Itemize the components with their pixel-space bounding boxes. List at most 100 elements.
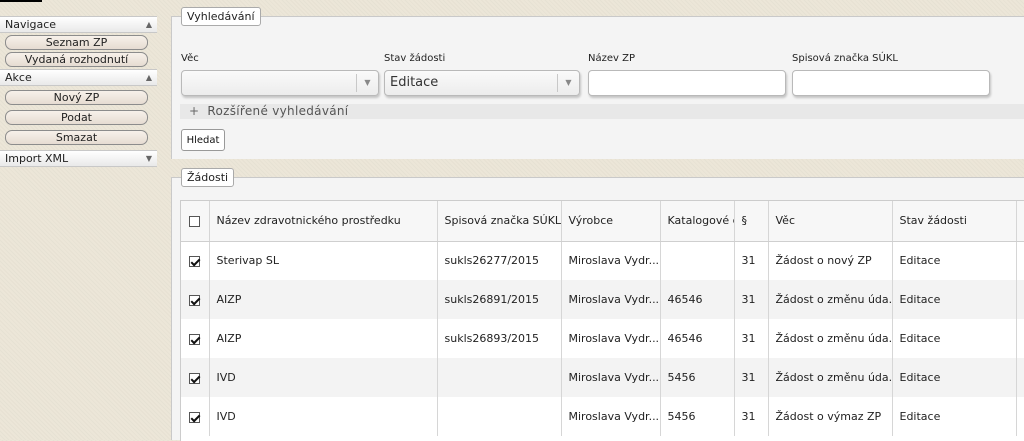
row-checkbox-cell [181,280,210,319]
top-line [0,0,42,2]
sidebar: Navigace ▲ Seznam ZP Vydaná rozhodnutí A… [0,16,157,167]
import-header-label: Import XML [5,152,69,165]
katalog-cell [660,241,735,280]
stav-cell: Editace [892,280,1017,319]
stav-label: Stav žádosti [384,53,446,64]
requests-panel: Žádosti Název zdravotnického prostředku … [171,168,1024,441]
paragraf-cell: 31 [734,241,769,280]
chevron-up-icon[interactable]: ▲ [146,70,152,86]
vec-select[interactable]: ▼ [181,70,379,96]
paragraf-cell: 31 [734,319,769,358]
row-checkbox-cell [181,358,210,397]
column-header[interactable]: D [1016,201,1024,242]
chevron-down-icon[interactable]: ▼ [356,74,378,92]
vec-label: Věc [181,53,199,64]
nazev-input[interactable] [588,70,786,96]
row-checkbox-cell [181,397,210,436]
vec-cell: Žádost o změnu úda... [768,319,893,358]
nazev-cell: IVD [209,397,438,436]
nazev-cell: AIZP [209,280,438,319]
row-checkbox-cell [181,241,210,280]
column-header[interactable]: § [734,201,769,242]
chevron-up-icon[interactable]: ▲ [146,17,152,33]
vyrobce-cell: Miroslava Vydr... [561,358,661,397]
table-header-row: Název zdravotnického prostředku Spisová … [181,201,1024,242]
nazev-label: Název ZP [588,53,635,64]
select-all-cell [181,201,210,242]
column-header[interactable]: Název zdravotnického prostředku [209,201,438,242]
vydana-rozhodnuti-button[interactable]: Vydaná rozhodnutí [5,52,148,67]
katalog-cell: 46546 [660,319,735,358]
d-cell [1016,397,1024,436]
row-checkbox[interactable] [189,294,201,306]
stav-cell: Editace [892,358,1017,397]
chevron-down-icon[interactable]: ▼ [557,74,579,92]
vyrobce-cell: Miroslava Vydr... [561,241,661,280]
vyrobce-cell: Miroslava Vydr... [561,280,661,319]
stav-cell: Editace [892,241,1017,280]
requests-grid: Název zdravotnického prostředku Spisová … [180,200,1024,441]
katalog-cell: 5456 [660,358,735,397]
row-checkbox[interactable] [189,372,201,384]
vec-cell: Žádost o změnu úda... [768,358,893,397]
spisova-cell [437,358,562,397]
row-checkbox[interactable] [189,333,201,345]
katalog-cell: 5456 [660,397,735,436]
chevron-down-icon[interactable]: ▼ [146,151,152,167]
d-cell [1016,358,1024,397]
plus-icon: + [189,104,200,118]
stav-cell: Editace [892,319,1017,358]
row-checkbox-cell [181,319,210,358]
vyrobce-cell: Miroslava Vydr... [561,319,661,358]
d-cell [1016,280,1024,319]
nazev-cell: IVD [209,358,438,397]
vyrobce-cell: Miroslava Vydr... [561,397,661,436]
table-row[interactable]: AIZP sukls26891/2015 Miroslava Vydr... 4… [181,280,1024,319]
katalog-cell: 46546 [660,280,735,319]
requests-table: Název zdravotnického prostředku Spisová … [181,201,1024,436]
spisova-input[interactable] [792,70,990,96]
nazev-cell: Sterivap SL [209,241,438,280]
table-row[interactable]: IVD Miroslava Vydr... 5456 31 Žádost o z… [181,358,1024,397]
stav-select[interactable]: Editace ▼ [384,70,580,96]
d-cell [1016,319,1024,358]
search-panel: Vyhledávání Věc ▼ Stav žádosti Editace ▼… [171,7,1024,159]
column-header[interactable]: Stav žádosti [892,201,1017,242]
navigation-header-label: Navigace [5,18,57,31]
advanced-search-toggle[interactable]: + Rozšířené vyhledávání [180,104,1024,119]
smazat-button[interactable]: Smazat [5,130,148,145]
actions-header-label: Akce [5,71,32,84]
table-row[interactable]: IVD Miroslava Vydr... 5456 31 Žádost o v… [181,397,1024,436]
column-header[interactable]: Katalogové čís [660,201,735,242]
novy-zp-button[interactable]: Nový ZP [5,90,148,105]
podat-button[interactable]: Podat [5,110,148,125]
hledat-button[interactable]: Hledat [181,129,225,151]
search-legend: Vyhledávání [181,7,261,26]
seznam-zp-button[interactable]: Seznam ZP [5,35,148,50]
stav-value: Editace [390,75,439,90]
spisova-cell: sukls26277/2015 [437,241,562,280]
spisova-cell [437,397,562,436]
actions-section-header[interactable]: Akce ▲ [0,69,157,86]
import-xml-section-header[interactable]: Import XML ▼ [0,150,157,167]
spisova-cell: sukls26891/2015 [437,280,562,319]
spisova-label: Spisová značka SÚKL [792,53,898,64]
d-cell: 0 [1016,241,1024,280]
vec-cell: Žádost o výmaz ZP [768,397,893,436]
navigation-section-header[interactable]: Navigace ▲ [0,16,157,33]
column-header[interactable]: Výrobce [561,201,661,242]
column-header[interactable]: Spisová značka SÚKL [437,201,562,242]
vec-cell: Žádost o nový ZP [768,241,893,280]
table-row[interactable]: Sterivap SL sukls26277/2015 Miroslava Vy… [181,241,1024,280]
row-checkbox[interactable] [189,411,201,423]
vec-cell: Žádost o změnu úda... [768,280,893,319]
paragraf-cell: 31 [734,280,769,319]
table-row[interactable]: AIZP sukls26893/2015 Miroslava Vydr... 4… [181,319,1024,358]
row-checkbox[interactable] [189,255,201,267]
nazev-cell: AIZP [209,319,438,358]
paragraf-cell: 31 [734,397,769,436]
column-header[interactable]: Věc [768,201,893,242]
advanced-search-label: Rozšířené vyhledávání [207,104,349,118]
requests-legend: Žádosti [181,168,235,187]
select-all-checkbox[interactable] [189,215,201,227]
